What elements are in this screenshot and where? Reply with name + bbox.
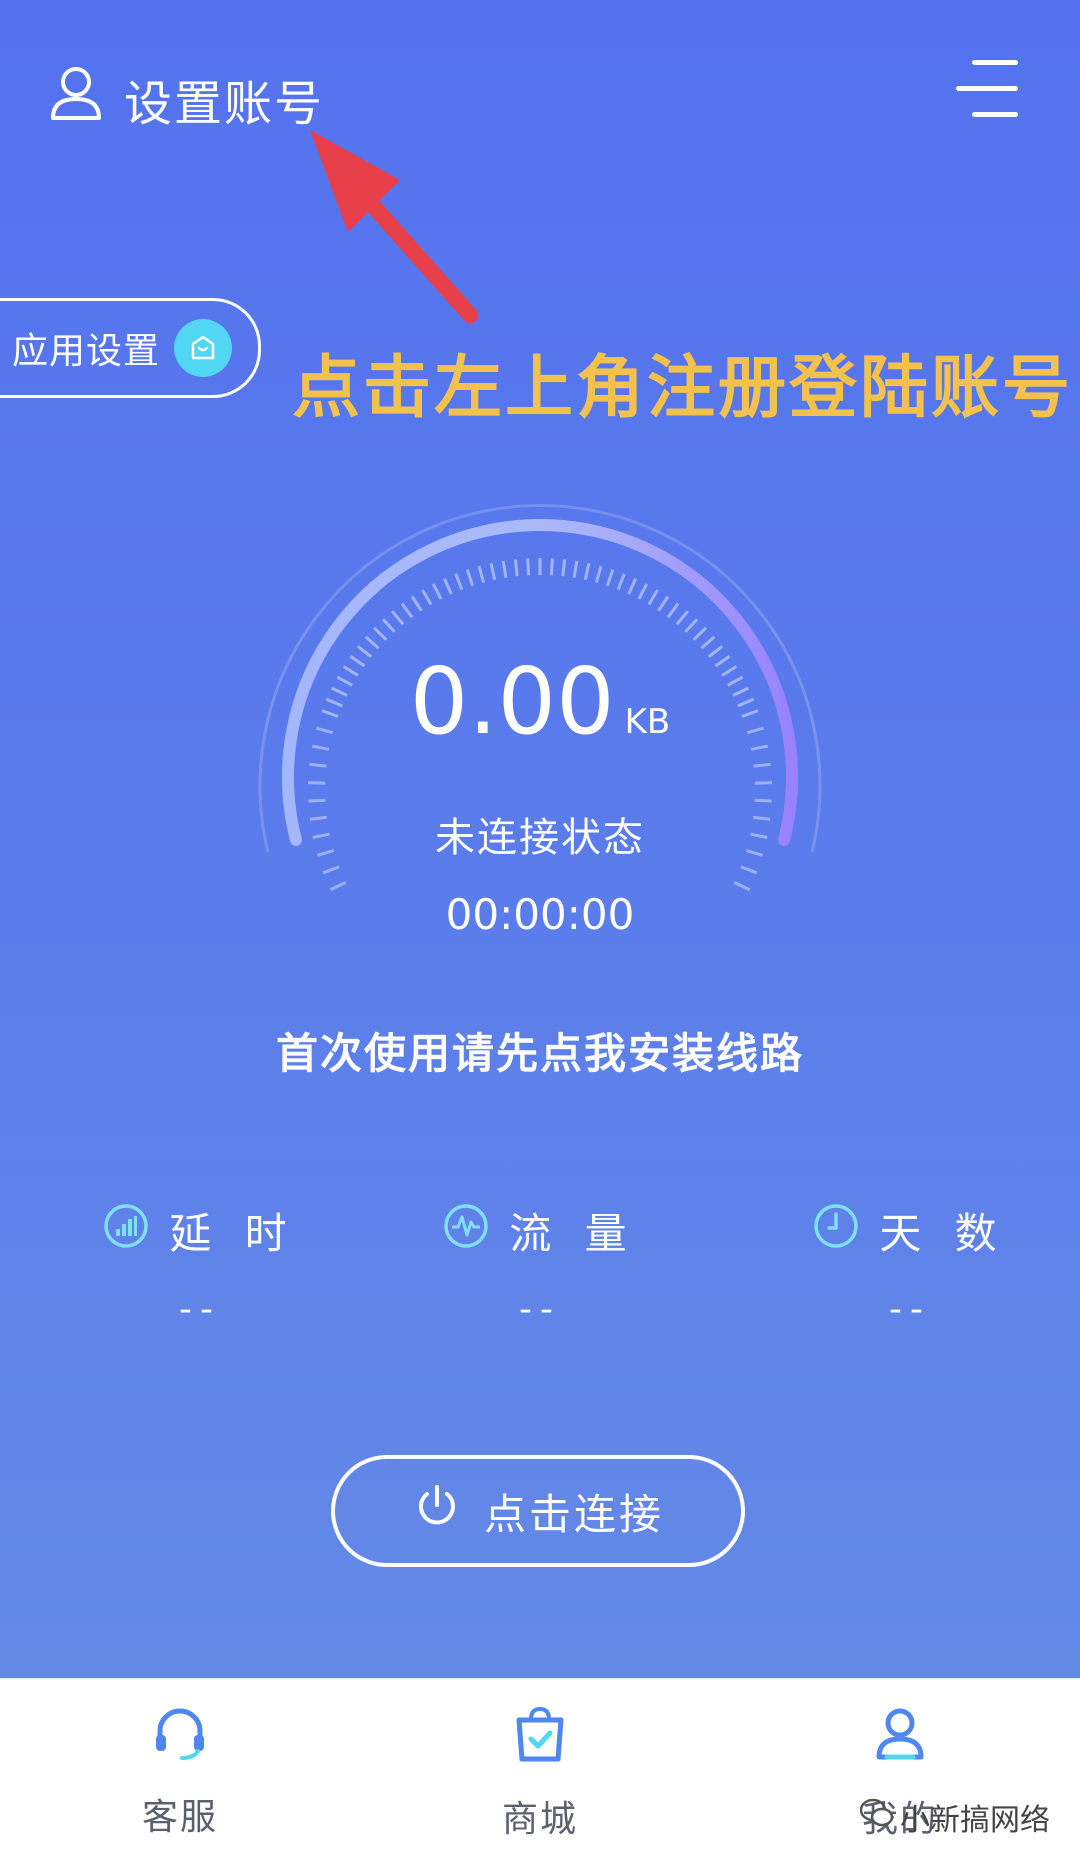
gauge-tick (594, 565, 603, 583)
settings-badge-icon (174, 319, 233, 377)
tab-mall[interactable]: 商城 (440, 1705, 640, 1842)
gauge-tick (308, 781, 326, 785)
connection-timer: 00:00:00 (445, 890, 635, 939)
traffic-value: 0.00 (409, 648, 615, 755)
gauge-tick (308, 798, 326, 803)
user-icon (872, 1708, 928, 1772)
connect-button[interactable]: 点击连接 (331, 1455, 745, 1567)
watermark-text: 小新搞网络 (900, 1803, 1050, 1838)
gauge-tick (381, 618, 396, 633)
gauge-tick (526, 558, 531, 576)
gauge-tick (465, 569, 475, 587)
gauge-tick (329, 881, 347, 892)
gauge-tick (442, 578, 453, 595)
pulse-icon (443, 1203, 489, 1259)
menu-icon[interactable] (956, 60, 1018, 118)
gauge-tick (513, 559, 519, 577)
gauge-tick (454, 573, 464, 591)
wechat-icon (859, 1798, 894, 1836)
connect-label: 点击连接 (483, 1489, 664, 1539)
gauge-tick (666, 602, 680, 619)
gauge-tick (605, 569, 615, 587)
watermark: 小新搞网络 (859, 1795, 1050, 1839)
gauge-tick (309, 762, 327, 768)
gauge-tick (675, 610, 689, 626)
user-icon (50, 65, 102, 133)
gauge-tick (754, 798, 772, 803)
traffic-stat-value: -- (519, 1289, 561, 1330)
latency-label: 延 时 (169, 1209, 297, 1258)
traffic-stat: 流 量 -- (390, 1200, 690, 1330)
app-settings-label: 应用设置 (12, 331, 161, 372)
account-button[interactable]: 设置账号 (50, 64, 324, 134)
gauge-tick (753, 762, 771, 768)
gauge-tick (489, 562, 497, 581)
gauge-tick (684, 618, 699, 633)
gauge-tick (391, 610, 405, 626)
shopping-bag-icon (512, 1706, 568, 1772)
clock-icon (813, 1203, 859, 1259)
headset-icon (150, 1708, 210, 1770)
annotation-text: 点击左上角注册登陆账号 (292, 349, 1074, 428)
days-stat: 天 数 -- (760, 1200, 1060, 1330)
gauge-tick (740, 865, 758, 875)
gauge-tick (561, 559, 567, 577)
power-icon (412, 1481, 462, 1541)
gauge-tick (754, 781, 772, 785)
days-label: 天 数 (879, 1209, 1007, 1258)
gauge-tick (616, 573, 626, 591)
account-label: 设置账号 (124, 76, 325, 132)
install-route-link[interactable]: 首次使用请先点我安装线路 (0, 1020, 1080, 1081)
gauge-tick (431, 583, 443, 600)
gauge-tick (700, 635, 716, 650)
gauge-tick (549, 558, 554, 576)
tab-customer-service[interactable]: 客服 (80, 1705, 280, 1840)
main-screen: 设置账号 应用设置 点击左上角注册登陆账号 0.00 KB 未连接状态 00:0… (0, 0, 1080, 1678)
gauge-tick (627, 578, 638, 595)
app-settings-button[interactable]: 应用设置 (0, 298, 261, 398)
gauge-tick (400, 602, 414, 619)
gauge-tick (657, 595, 670, 612)
annotation-arrow (310, 130, 478, 323)
gauge-tick (637, 583, 649, 600)
tab-customer-service-label: 客服 (141, 1797, 218, 1838)
gauge-tick (421, 589, 433, 606)
traffic-label: 流 量 (509, 1209, 637, 1258)
gauge-tick (501, 560, 508, 578)
latency-value: -- (179, 1289, 221, 1330)
gauge-tick (572, 560, 579, 578)
tab-mall-label: 商城 (501, 1799, 578, 1840)
latency-stat: 延 时 -- (50, 1200, 350, 1330)
gauge-tick (373, 626, 388, 641)
gauge-tick (692, 626, 707, 641)
gauge-tick (583, 562, 591, 581)
gauge-tick (364, 635, 380, 650)
gauge-tick (733, 881, 751, 892)
traffic-unit: KB (624, 702, 671, 742)
gauge-tick (322, 865, 340, 875)
traffic-reading: 0.00 KB (0, 648, 1080, 755)
days-value: -- (889, 1289, 931, 1330)
gauge-tick (410, 595, 423, 612)
connection-status: 未连接状态 (435, 815, 645, 861)
gauge-tick (477, 565, 486, 583)
signal-icon (103, 1203, 149, 1259)
gauge-tick (647, 589, 659, 606)
